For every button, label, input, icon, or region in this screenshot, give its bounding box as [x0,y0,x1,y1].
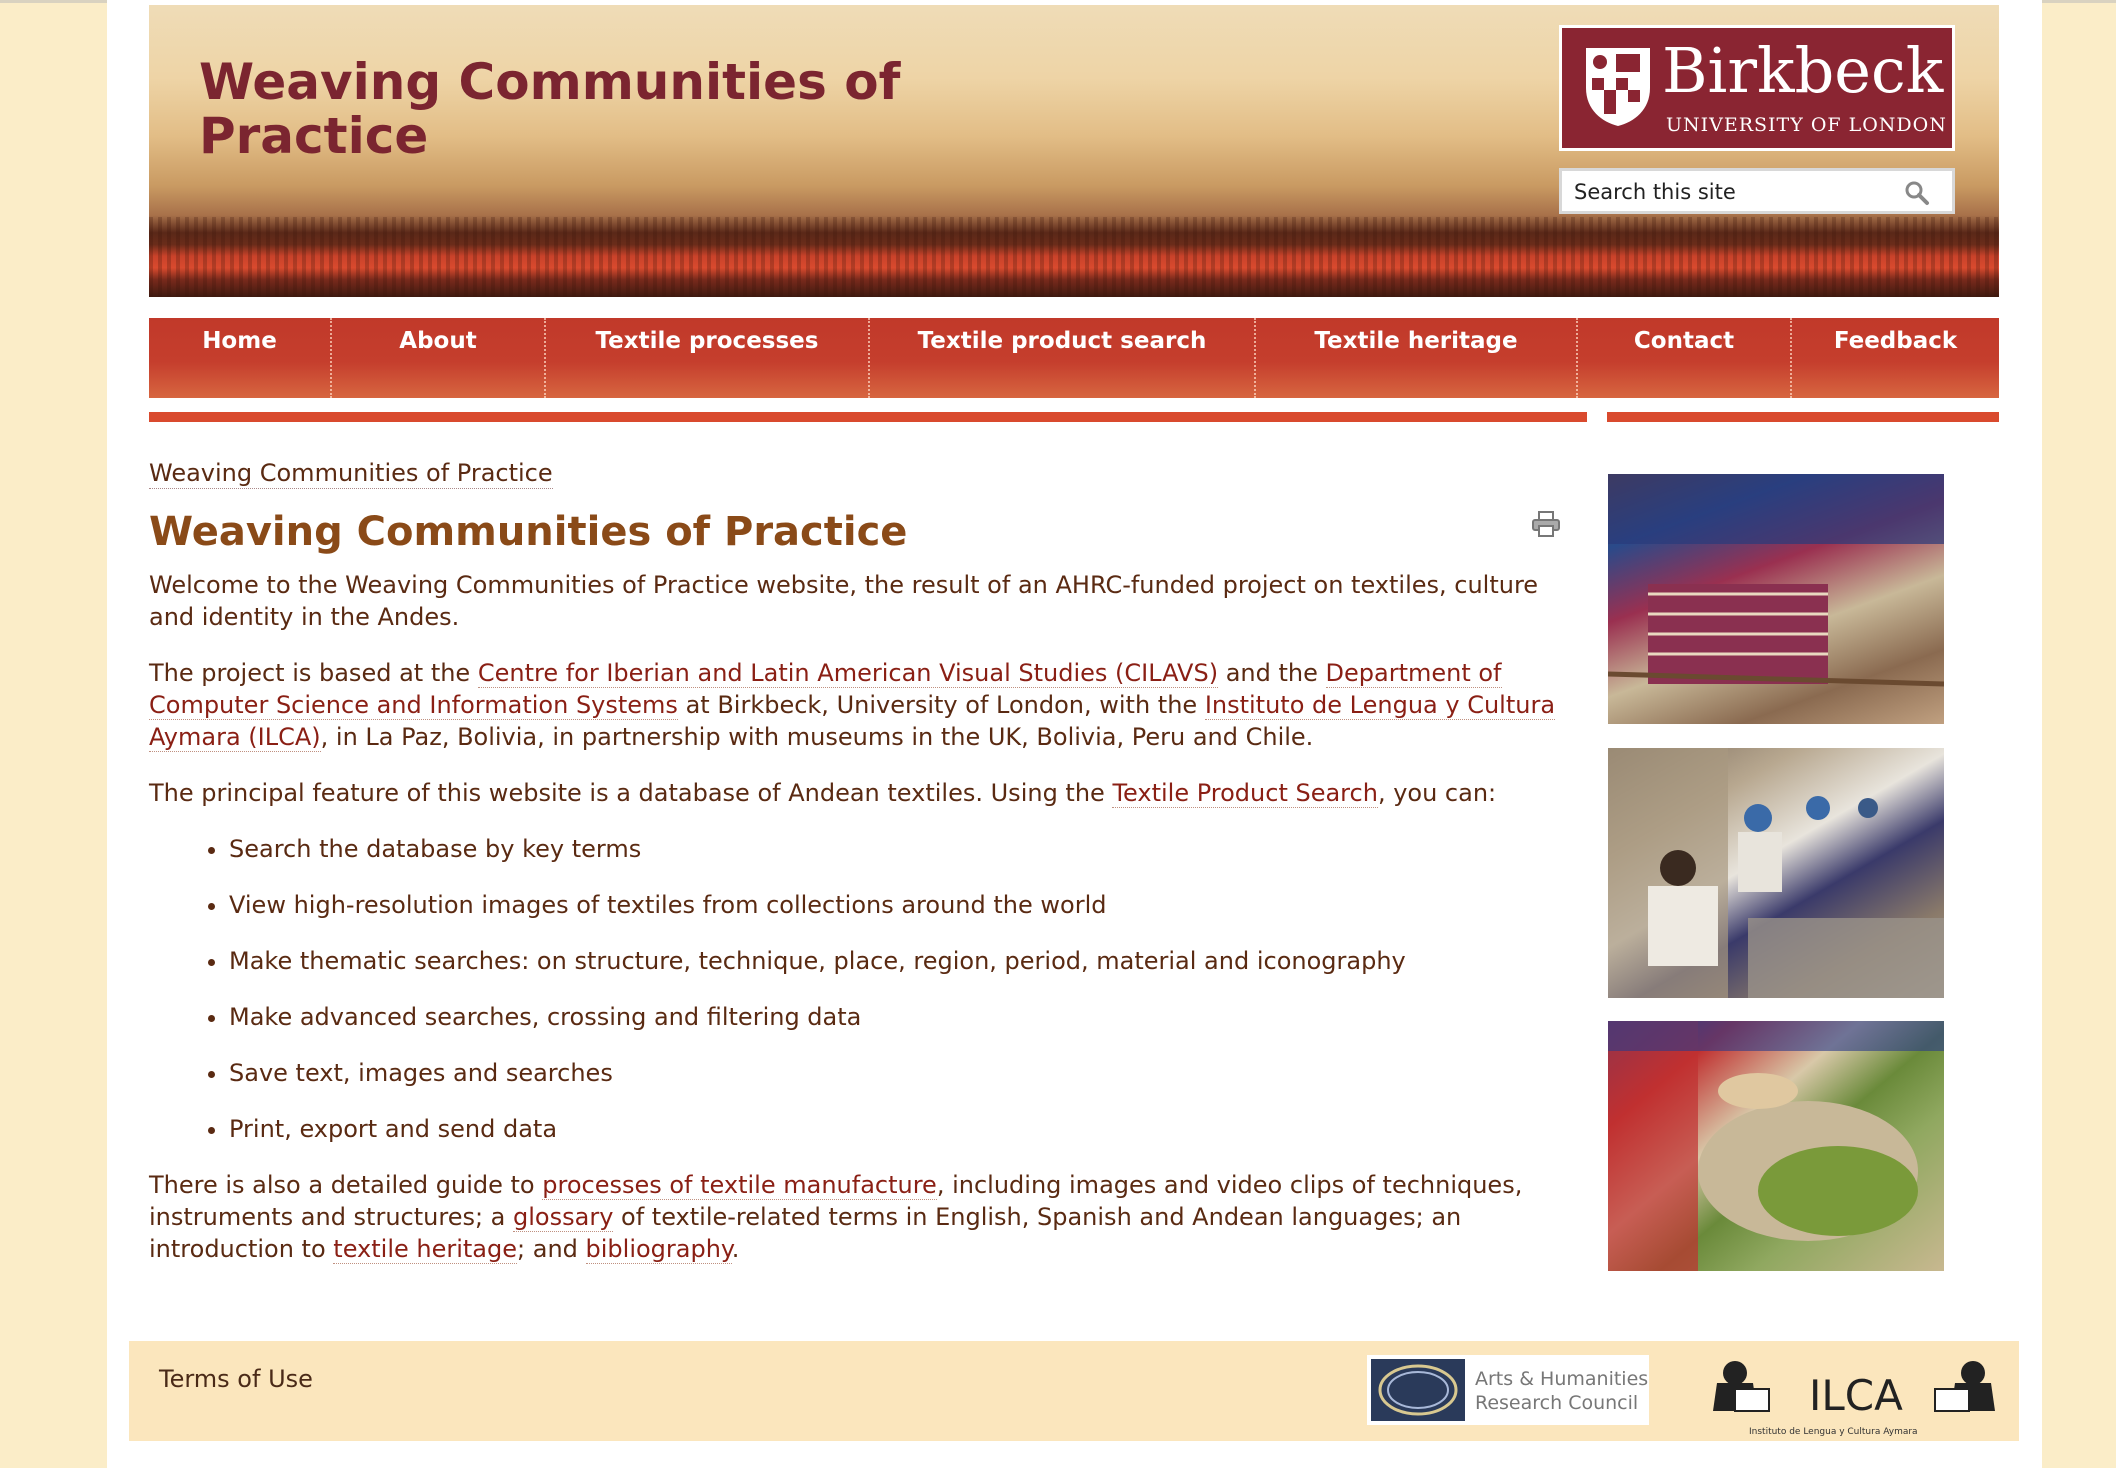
ilca-subtitle: Instituto de Lengua y Cultura Aymara [1749,1427,1918,1437]
site-header: Weaving Communities of Practice Birkbeck… [149,5,1999,297]
nav-home[interactable]: Home [149,318,332,398]
terms-of-use-link[interactable]: Terms of Use [159,1365,313,1393]
text-segment: . [731,1235,740,1263]
weavers-group-photo[interactable] [1608,748,1944,998]
print-icon[interactable] [1531,510,1561,538]
text-segment: There is also a detailed guide to [149,1171,543,1199]
guide-paragraph: There is also a detailed guide to proces… [149,1169,1569,1265]
list-item: Search the database by key terms [229,833,1569,865]
list-item: Print, export and send data [229,1113,1569,1145]
weaving-loom-photo[interactable] [1608,474,1944,724]
woven-stripe-decoration [149,217,1999,297]
ilca-name: ILCA [1809,1371,1903,1420]
feature-intro-paragraph: The principal feature of this website is… [149,777,1569,809]
text-segment: The project is based at the [149,659,478,687]
project-paragraph: The project is based at the Centre for I… [149,657,1569,753]
site-title[interactable]: Weaving Communities of Practice [199,55,959,163]
logo-subtitle: UNIVERSITY OF LONDON [1666,114,1947,136]
ahrc-logo[interactable]: Arts & Humanities Research Council [1367,1355,1649,1425]
text-segment: at Birkbeck, University of London, with … [677,691,1205,719]
logo-name: Birkbeck [1662,34,1944,107]
nav-textile-product-search[interactable]: Textile product search [870,318,1256,398]
search-box [1559,168,1955,214]
site-footer: Terms of Use Arts & Humanities Research … [129,1341,2019,1441]
nav-textile-heritage[interactable]: Textile heritage [1256,318,1578,398]
bibliography-link[interactable]: bibliography [585,1235,732,1264]
text-segment: , in La Paz, Bolivia, in partnership wit… [320,723,1314,751]
list-item: Make advanced searches, crossing and fil… [229,1001,1569,1033]
dyeing-illustration [1608,1021,1944,1271]
page-heading: Weaving Communities of Practice [149,509,908,555]
ahrc-text: Arts & Humanities Research Council [1475,1367,1648,1415]
nav-contact[interactable]: Contact [1578,318,1792,398]
page-container: Weaving Communities of Practice Birkbeck… [107,0,2042,1468]
text-segment: ; and [517,1235,586,1263]
glossary-link[interactable]: glossary [513,1203,614,1232]
content-divider-bar [149,412,1587,422]
textile-dyeing-photo[interactable] [1608,1021,1944,1271]
breadcrumb[interactable]: Weaving Communities of Practice [149,458,553,489]
sidebar-divider-bar [1607,412,1999,422]
ahrc-line1: Arts & Humanities [1475,1368,1649,1390]
birkbeck-logo[interactable]: Birkbeck UNIVERSITY OF LONDON [1559,25,1955,151]
ahrc-line2: Research Council [1475,1392,1639,1414]
list-item: Make thematic searches: on structure, te… [229,945,1569,977]
ahrc-mark-icon [1371,1359,1465,1421]
intro-paragraph: Welcome to the Weaving Communities of Pr… [149,571,1539,631]
search-input[interactable] [1572,176,1896,208]
main-nav: Home About Textile processes Textile pro… [149,318,1999,398]
nav-textile-processes[interactable]: Textile processes [546,318,870,398]
nav-feedback[interactable]: Feedback [1792,318,1999,398]
text-segment: , you can: [1377,779,1497,807]
list-item: View high-resolution images of textiles … [229,889,1569,921]
crest-icon [1586,48,1650,126]
nav-about[interactable]: About [332,318,546,398]
weavers-illustration [1608,748,1944,998]
cilavs-link[interactable]: Centre for Iberian and Latin American Vi… [477,659,1219,688]
feature-list: Search the database by key terms View hi… [149,833,1569,1145]
list-item: Save text, images and searches [229,1057,1569,1089]
main-content: Weaving Communities of Practice Weaving … [149,458,1569,1289]
loom-illustration [1608,474,1944,687]
textile-heritage-link[interactable]: textile heritage [333,1235,518,1264]
processes-link[interactable]: processes of textile manufacture [542,1171,937,1200]
textile-product-search-link[interactable]: Textile Product Search [1112,779,1378,808]
text-segment: The principal feature of this website is… [149,779,1113,807]
text-segment: and the [1218,659,1326,687]
search-icon[interactable] [1904,180,1930,206]
ilca-logo[interactable]: ILCA Instituto de Lengua y Cultura Aymar… [1699,1349,2009,1441]
